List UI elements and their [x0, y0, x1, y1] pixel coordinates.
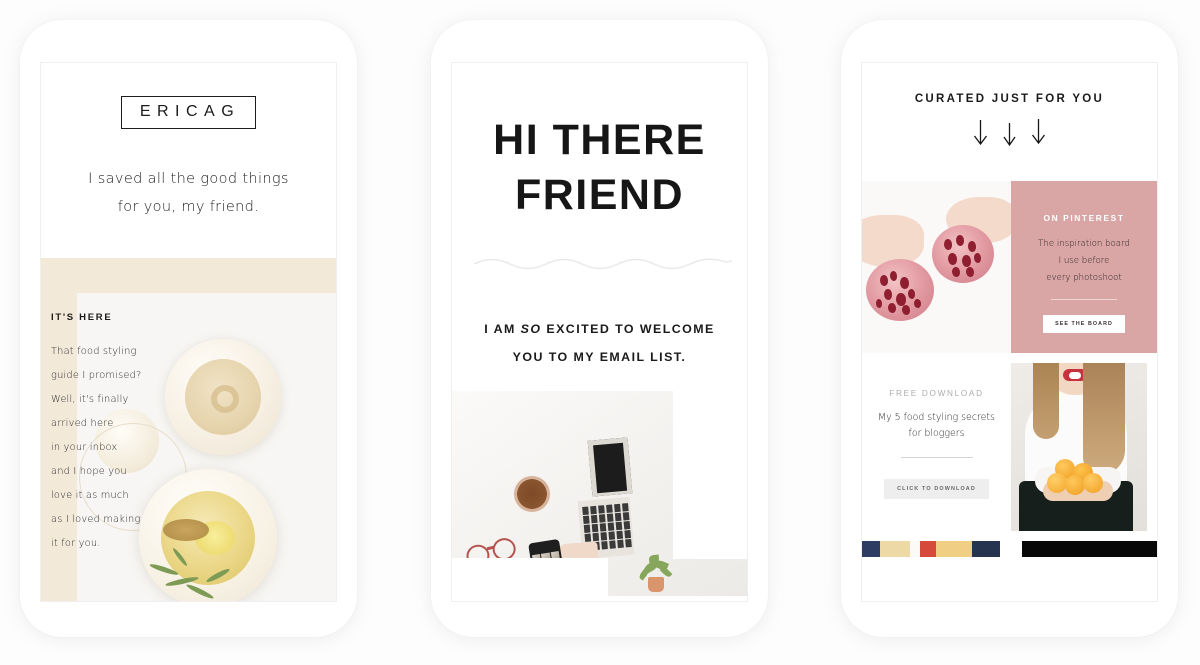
phone-3-header: CURATED JUST FOR YOU — [862, 63, 1157, 181]
pinterest-kicker: ON PINTEREST — [1043, 213, 1125, 223]
seed-garnish — [163, 519, 209, 541]
download-section: FREE DOWNLOAD My 5 food styling secrets … — [862, 353, 1157, 541]
sub-post: EXCITED TO WELCOME — [541, 322, 715, 337]
phone-mockup-1: ERICAG I saved all the good things for y… — [20, 20, 357, 637]
strip-white-gap — [1000, 541, 1022, 557]
body-line: and I hope you — [51, 466, 127, 477]
desk-laptop-coffee-photo — [452, 390, 747, 596]
body-line: guide I promised? — [51, 370, 142, 381]
plant-pot — [648, 576, 664, 592]
body-line: I use before — [1058, 255, 1110, 266]
laptop-screen — [587, 436, 633, 497]
sub-pre: I AM — [484, 322, 521, 337]
pomegranate-half-right — [932, 225, 994, 283]
phone-1-header: ERICAG I saved all the good things for y… — [41, 63, 336, 258]
orange-fruit — [1065, 475, 1085, 495]
coffee-cup — [514, 475, 550, 512]
brand-logo-box[interactable]: ERICAG — [120, 96, 257, 129]
pinterest-body: The inspiration board I use before every… — [1011, 236, 1157, 286]
screenshot-stage: ERICAG I saved all the good things for y… — [0, 0, 1200, 665]
phone-mockup-3: CURATED JUST FOR YOU ON PINTEREST The in… — [841, 20, 1178, 637]
bowl-top-fill — [185, 359, 261, 435]
phone-2-content: HI THERE FRIEND I AM SO EXCITED TO WELCO… — [452, 113, 747, 372]
body-line: love it as much — [51, 490, 129, 501]
strip-swatch — [920, 541, 936, 557]
photo-white-overlay-bottom — [452, 557, 608, 596]
pomegranate-half-left — [866, 259, 934, 321]
teeth — [1069, 372, 1081, 379]
subheading-line-2: YOU TO MY EMAIL LIST. — [512, 350, 687, 365]
click-to-download-button[interactable]: CLICK TO DOWNLOAD — [884, 478, 989, 499]
tagline-line-1: I saved all the good things — [88, 171, 289, 187]
footer-strip — [862, 541, 1157, 557]
wavy-divider-icon — [474, 258, 732, 270]
phone-1-screen: ERICAG I saved all the good things for y… — [40, 62, 337, 602]
body-line: as I loved making — [51, 514, 141, 525]
body-line: That food styling — [51, 346, 137, 357]
orange-fruit — [1083, 473, 1103, 493]
download-card: FREE DOWNLOAD My 5 food styling secrets … — [862, 353, 1011, 541]
tagline: I saved all the good things for you, my … — [41, 165, 336, 222]
download-body: My 5 food styling secrets for bloggers — [862, 410, 1011, 443]
bowl-top-swirl — [211, 385, 239, 413]
strip-swatch — [936, 541, 972, 557]
body-line: My 5 food styling secrets — [878, 412, 995, 423]
subheading-line-1: I AM SO EXCITED TO WELCOME — [474, 315, 725, 343]
heading-line-2: FRIEND — [514, 171, 685, 220]
body-line: every photoshoot — [1046, 272, 1122, 283]
phone-1-body-copy: That food styling guide I promised? Well… — [51, 340, 169, 556]
strip-swatch — [862, 541, 880, 557]
phone-1-beige-band: IT'S HERE That food styling guide I prom… — [41, 258, 336, 601]
body-line: for bloggers — [908, 428, 965, 440]
greeting-heading: HI THERE FRIEND — [474, 113, 725, 223]
orange-fruit — [1047, 473, 1067, 493]
pinterest-section: ON PINTEREST The inspiration board I use… — [862, 181, 1157, 353]
free-download-kicker: FREE DOWNLOAD — [889, 389, 984, 398]
food-flatlay-strip — [862, 541, 1000, 557]
strip-swatch — [880, 541, 910, 557]
pinterest-card: ON PINTEREST The inspiration board I use… — [1011, 181, 1157, 353]
phone-3-screen: CURATED JUST FOR YOU ON PINTEREST The in… — [861, 62, 1158, 602]
photo-white-overlay-right — [673, 390, 747, 559]
its-here-kicker: IT'S HERE — [51, 312, 113, 323]
down-arrow-icon — [973, 120, 988, 146]
strip-swatch — [910, 541, 920, 557]
bowl-top — [165, 339, 281, 455]
woman-holding-oranges-photo — [1011, 363, 1147, 531]
strip-swatch — [972, 541, 1000, 557]
down-arrow-icon — [1031, 119, 1046, 145]
body-line: arrived here — [51, 418, 114, 429]
see-the-board-button[interactable]: SEE THE BOARD — [1043, 315, 1125, 334]
heading-line-1: HI THERE — [493, 116, 706, 164]
body-line: it for you. — [51, 538, 101, 549]
divider-rule — [900, 456, 973, 458]
hair-left — [1033, 363, 1059, 439]
phone-1-copy-block: IT'S HERE That food styling guide I prom… — [51, 312, 169, 556]
hair-right — [1083, 363, 1125, 475]
down-arrow-icon — [1003, 123, 1016, 147]
arrow-row — [862, 119, 1157, 147]
tagline-line-2: for you, my friend. — [117, 199, 260, 216]
brand-logo-text: ERICAG — [139, 103, 241, 120]
divider-rule — [1051, 299, 1117, 301]
welcome-subheading: I AM SO EXCITED TO WELCOME YOU TO MY EMA… — [474, 315, 725, 372]
body-line: in your inbox — [51, 442, 118, 453]
strip-black-block — [1022, 541, 1157, 557]
pomegranate-hands-photo — [862, 181, 1011, 353]
curated-kicker: CURATED JUST FOR YOU — [914, 93, 1105, 105]
body-line: The inspiration board — [1038, 239, 1130, 249]
sub-italic: SO — [520, 322, 542, 337]
phone-mockup-2: HI THERE FRIEND I AM SO EXCITED TO WELCO… — [431, 20, 768, 637]
phone-2-screen: HI THERE FRIEND I AM SO EXCITED TO WELCO… — [451, 62, 748, 602]
body-line: Well, it's finally — [51, 394, 129, 405]
